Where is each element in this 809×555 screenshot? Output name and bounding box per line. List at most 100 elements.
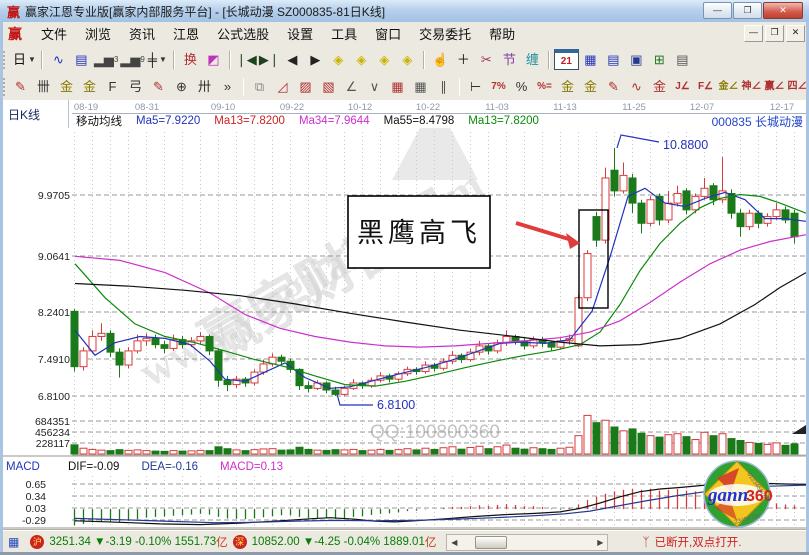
polyline-tool-icon[interactable]: ∨ [363, 77, 386, 97]
ma9-icon[interactable]: ▂▅9 [119, 50, 145, 70]
fine-grid2-icon[interactable]: ▦ [409, 77, 432, 97]
shanghai-market-icon[interactable]: 沪 [30, 535, 44, 549]
fan-box-icon[interactable]: ▧ [317, 77, 340, 97]
calendar-icon[interactable]: 21 [554, 49, 579, 70]
menu-item-3[interactable]: 江恩 [164, 22, 208, 45]
fan-lines-icon[interactable]: ◿ [271, 77, 294, 97]
prev-page-icon[interactable]: ◀ [281, 50, 304, 70]
fan-grid-icon[interactable]: ▨ [294, 77, 317, 97]
scroll-left-icon[interactable]: ◀ [447, 536, 461, 549]
sz-pct: -0.04% [344, 536, 380, 548]
intraday-chart-icon[interactable]: ◩ [202, 50, 225, 70]
axis-label: 0.65 [26, 479, 47, 491]
wave-tool-icon[interactable]: ∿ [625, 77, 648, 97]
last-page-icon[interactable]: ▶❘ [258, 50, 281, 70]
gann-up-icon[interactable]: ◈ [373, 50, 396, 70]
mdi-minimize-button[interactable]: — [744, 25, 763, 42]
export-icon[interactable]: ⊞ [648, 50, 671, 70]
sh-pct: -0.10% [135, 536, 171, 548]
candle-body [683, 191, 690, 210]
gann-down-icon[interactable]: ◈ [396, 50, 419, 70]
menu-item-5[interactable]: 设置 [278, 22, 322, 45]
percent-icon[interactable]: % [510, 77, 533, 97]
marker-pen-icon[interactable]: ✎ [602, 77, 625, 97]
notes-icon[interactable]: ▤ [602, 50, 625, 70]
angle-lines-icon[interactable]: ∠ [340, 77, 363, 97]
f-angle-icon[interactable]: F∠ [694, 77, 717, 97]
gold-circle-icon[interactable]: 金 [556, 77, 579, 97]
close-button[interactable]: ✕ [763, 2, 803, 19]
spiral-tool-icon[interactable]: 弓 [124, 77, 147, 97]
gann-left-icon[interactable]: ◈ [327, 50, 350, 70]
sz-change: ▼-4.25 [303, 536, 341, 548]
pen-tool-icon[interactable]: ✎ [147, 77, 170, 97]
ruler-grid-icon[interactable]: 卅 [193, 77, 216, 97]
first-page-icon[interactable]: ❘◀ [235, 50, 258, 70]
horizontal-scrollbar[interactable]: ◀ ▶ [446, 534, 608, 551]
mdi-close-button[interactable]: ✕ [786, 25, 805, 42]
gold-angle2-icon[interactable]: 金∠ [717, 77, 740, 97]
volume-bar [485, 449, 492, 454]
f-grid-icon[interactable]: F [101, 77, 124, 97]
gann-grid-icon[interactable]: 卌 [32, 77, 55, 97]
shenzhen-market-icon[interactable]: 深 [233, 535, 247, 549]
toolbar-separator [229, 51, 231, 69]
menu-item-7[interactable]: 窗口 [366, 22, 410, 45]
volume-bar [638, 433, 645, 454]
quote-grid-icon[interactable]: ▦ [8, 535, 19, 549]
candle-style-button[interactable]: ╪▼ [146, 50, 169, 70]
menu-item-0[interactable]: 文件 [32, 22, 76, 45]
menu-item-6[interactable]: 工具 [322, 22, 366, 45]
chan-tool-icon[interactable]: 缠 [521, 50, 544, 70]
gann-right-icon[interactable]: ◈ [350, 50, 373, 70]
scroll-right-icon[interactable]: ▶ [593, 536, 607, 549]
scale-tool-icon[interactable]: ⊢ [464, 77, 487, 97]
percent-line-icon[interactable]: %= [533, 77, 556, 97]
menu-item-4[interactable]: 公式选股 [208, 22, 278, 45]
save-icon[interactable]: ▣ [625, 50, 648, 70]
brush-tool-icon[interactable]: ✎ [9, 77, 32, 97]
mdi-restore-button[interactable]: ❐ [765, 25, 784, 42]
menu-item-2[interactable]: 资讯 [120, 22, 164, 45]
ma3-icon[interactable]: ▂▅3 [93, 50, 119, 70]
more-tools-button[interactable]: » [216, 77, 239, 97]
gold-grid-icon[interactable]: 金 [55, 77, 78, 97]
crosshair-tool-icon[interactable]: ＋ [452, 50, 475, 70]
circle-gann-icon[interactable]: ⊕ [170, 77, 193, 97]
cut-tool-icon[interactable]: ✂ [475, 50, 498, 70]
segment-tool-icon[interactable]: 节 [498, 50, 521, 70]
scrollbar-thumb[interactable] [475, 536, 507, 549]
stock-swap-icon[interactable]: 换 [179, 50, 202, 70]
slant-lines-icon[interactable]: ∥ [432, 77, 455, 97]
macd-pane-label: MACD [6, 461, 46, 474]
gold-line-icon[interactable]: 金 [579, 77, 602, 97]
candle-body [746, 213, 753, 226]
calculator-icon[interactable]: ▦ [579, 50, 602, 70]
period-label: 日K线 [8, 106, 40, 123]
gold-angle-icon[interactable]: 金 [648, 77, 671, 97]
j-angle-icon[interactable]: J∠ [671, 77, 694, 97]
print-icon[interactable]: ▤ [671, 50, 694, 70]
toolbar-grip[interactable] [3, 78, 5, 96]
trend-chart-icon[interactable]: ∿ [47, 50, 70, 70]
info-panel-icon[interactable]: ▤ [70, 50, 93, 70]
gold-grid2-icon[interactable]: 金 [78, 77, 101, 97]
next-page-icon[interactable]: ▶ [304, 50, 327, 70]
rect-tool-icon[interactable]: ⧉ [248, 77, 271, 97]
menu-item-9[interactable]: 帮助 [480, 22, 524, 45]
kline-period-button[interactable]: 日▼ [12, 50, 37, 70]
candle-body [98, 333, 105, 336]
fine-grid-icon[interactable]: ▦ [386, 77, 409, 97]
toolbar-grip[interactable] [3, 51, 8, 69]
shen-angle-icon[interactable]: 神∠ [740, 77, 763, 97]
connection-status[interactable]: ᛉ 已断开,双点打开. [642, 534, 741, 550]
menu-item-8[interactable]: 交易委托 [410, 22, 480, 45]
maximize-button[interactable]: ❐ [733, 2, 762, 19]
pct7-icon[interactable]: 7% [487, 77, 510, 97]
candle-body [548, 343, 555, 347]
hand-tool-icon[interactable]: ☝ [429, 50, 452, 70]
ying-angle-icon[interactable]: 赢∠ [763, 77, 786, 97]
macd-value: MACD=0.13 [220, 461, 283, 474]
menu-item-1[interactable]: 浏览 [76, 22, 120, 45]
minimize-button[interactable]: — [703, 2, 732, 19]
